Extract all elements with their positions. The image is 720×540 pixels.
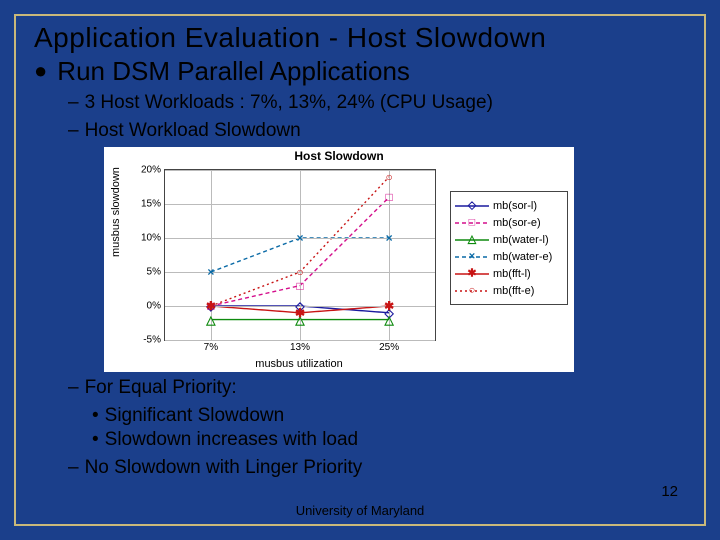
sub-item-c1-text: Significant Slowdown bbox=[105, 405, 285, 426]
sub-item-d-text: No Slowdown with Linger Priority bbox=[85, 457, 363, 478]
sub-item-c1: • Significant Slowdown bbox=[92, 404, 686, 428]
bullet-icon: ● bbox=[34, 56, 47, 86]
sub-item-c2-text: Slowdown increases with load bbox=[105, 429, 358, 450]
chart-title: Host Slowdown bbox=[104, 149, 574, 163]
chart-marker: ○ bbox=[385, 171, 392, 183]
chart-marker: □ bbox=[385, 191, 392, 203]
ytick: 15% bbox=[141, 199, 165, 210]
chart-marker: ✱ bbox=[295, 307, 305, 319]
ytick: -5% bbox=[143, 335, 165, 346]
dash-icon: – bbox=[68, 457, 79, 478]
legend-row: ✱mb(fft-l) bbox=[455, 266, 563, 281]
chart-marker: ○ bbox=[207, 300, 214, 312]
sub-item-d: –No Slowdown with Linger Priority bbox=[68, 456, 686, 480]
legend-row: ○mb(fft-e) bbox=[455, 283, 563, 298]
chart-marker: ✱ bbox=[384, 300, 394, 312]
xtick: 13% bbox=[290, 340, 310, 353]
legend-label: mb(sor-l) bbox=[493, 200, 537, 212]
chart: Host Slowdown musbus slowdown musbus uti… bbox=[104, 147, 574, 372]
chart-ylabel: musbus slowdown bbox=[110, 167, 122, 257]
ytick: 20% bbox=[141, 165, 165, 176]
ytick: 5% bbox=[147, 267, 165, 278]
chart-marker: △ bbox=[206, 314, 215, 326]
legend-label: mb(fft-l) bbox=[493, 268, 531, 280]
sub-item-b: –Host Workload Slowdown bbox=[68, 119, 686, 143]
legend-row: ×mb(water-e) bbox=[455, 249, 563, 264]
slide-footer: University of Maryland bbox=[16, 503, 704, 518]
legend-label: mb(water-l) bbox=[493, 234, 549, 246]
chart-legend: ◇mb(sor-l) □mb(sor-e) △mb(water-l) ×mb(wate… bbox=[450, 191, 568, 305]
sub-item-c-text: For Equal Priority: bbox=[85, 377, 237, 398]
legend-label: mb(fft-e) bbox=[493, 285, 534, 297]
sub-item-c2: • Slowdown increases with load bbox=[92, 428, 686, 452]
dash-icon: – bbox=[68, 92, 79, 113]
chart-plot-area: -5%0%5%10%15%20%7%13%25%◇◇◇□□□△△△×××✱✱✱○… bbox=[164, 169, 436, 341]
xtick: 7% bbox=[204, 340, 218, 353]
xtick: 25% bbox=[379, 340, 399, 353]
chart-marker: □ bbox=[296, 280, 303, 292]
dot-icon: • bbox=[92, 429, 99, 450]
legend-row: ◇mb(sor-l) bbox=[455, 198, 563, 213]
ytick: 10% bbox=[141, 233, 165, 244]
slide-frame: Application Evaluation - Host Slowdown ●… bbox=[14, 14, 706, 526]
chart-marker: × bbox=[207, 266, 214, 278]
subtitle-row: ● Run DSM Parallel Applications bbox=[34, 56, 686, 87]
ytick: 0% bbox=[147, 301, 165, 312]
chart-marker: × bbox=[386, 232, 393, 244]
sub-item-c: –For Equal Priority: bbox=[68, 376, 686, 400]
dash-icon: – bbox=[68, 377, 79, 398]
sub-item-a: –3 Host Workloads : 7%, 13%, 24% (CPU Us… bbox=[68, 91, 686, 115]
legend-label: mb(sor-e) bbox=[493, 217, 541, 229]
dot-icon: • bbox=[92, 405, 99, 426]
chart-marker: △ bbox=[384, 314, 393, 326]
page-number: 12 bbox=[661, 483, 678, 500]
chart-xlabel: musbus utilization bbox=[164, 358, 434, 370]
sub-item-a-text: 3 Host Workloads : 7%, 13%, 24% (CPU Usa… bbox=[85, 92, 493, 113]
chart-marker: ○ bbox=[296, 266, 303, 278]
dash-icon: – bbox=[68, 120, 79, 141]
legend-row: □mb(sor-e) bbox=[455, 215, 563, 230]
slide-subtitle: Run DSM Parallel Applications bbox=[57, 56, 410, 87]
legend-label: mb(water-e) bbox=[493, 251, 552, 263]
sub-item-b-text: Host Workload Slowdown bbox=[85, 120, 301, 141]
legend-row: △mb(water-l) bbox=[455, 232, 563, 247]
slide-title: Application Evaluation - Host Slowdown bbox=[34, 22, 686, 54]
chart-marker: × bbox=[296, 232, 303, 244]
